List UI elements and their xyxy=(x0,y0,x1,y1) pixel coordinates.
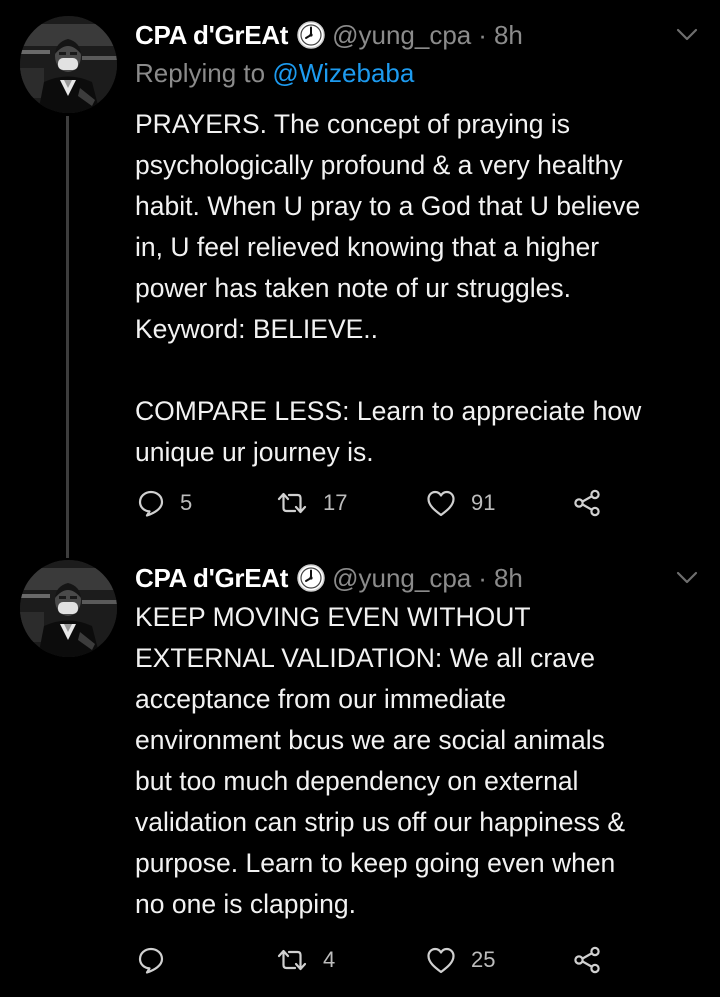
replying-to-label: Replying to xyxy=(135,58,266,88)
tweet-text-line: purpose. Learn to keep going even when xyxy=(135,848,616,878)
tweet-text-line: environment bcus we are social animals xyxy=(135,725,605,755)
chevron-down-icon[interactable] xyxy=(676,571,698,585)
share-icon xyxy=(574,946,600,974)
tweet-text-line: no one is clapping. xyxy=(135,889,356,919)
retweet-count: 4 xyxy=(323,947,336,972)
tweet-actions: 4 25 xyxy=(0,940,720,980)
tweet-text-line: acceptance from our immediate xyxy=(135,684,507,714)
handle[interactable]: @yung_cpa xyxy=(332,563,471,594)
retweet-button[interactable]: 4 xyxy=(275,940,335,980)
tweet-text: KEEP MOVING EVEN WITHOUT EXTERNAL VALIDA… xyxy=(135,597,705,925)
tweet-text-line: in, U feel relieved knowing that a highe… xyxy=(135,232,600,262)
avatar-photo xyxy=(20,560,117,657)
tweet-text-line: Keyword: BELIEVE.. xyxy=(135,314,379,344)
reply-button[interactable]: 5 xyxy=(136,483,192,523)
share-icon xyxy=(574,489,600,517)
reply-count: 5 xyxy=(180,490,193,515)
clock-badge-icon xyxy=(296,563,326,593)
like-count: 91 xyxy=(471,490,496,515)
avatar[interactable] xyxy=(20,16,117,113)
avatar[interactable] xyxy=(20,560,117,657)
chevron-down-icon[interactable] xyxy=(676,28,698,42)
like-button[interactable]: 25 xyxy=(425,940,495,980)
timestamp[interactable]: 8h xyxy=(494,20,523,51)
tweet-text-line: COMPARE LESS: Learn to appreciate how xyxy=(135,396,642,426)
tweet-text-line: habit. When U pray to a God that U belie… xyxy=(135,191,641,221)
tweet[interactable]: CPA d'GrEAt @yung_cpa · 8h KEEP MOVING E… xyxy=(0,545,720,997)
tweet-text-line: power has taken note of ur struggles. xyxy=(135,273,572,303)
separator-dot: · xyxy=(478,19,487,50)
tweet-text-line: EXTERNAL VALIDATION: We all crave xyxy=(135,643,595,673)
heart-icon xyxy=(427,490,455,517)
retweet-icon xyxy=(277,949,307,971)
display-name[interactable]: CPA d'GrEAt xyxy=(135,20,288,51)
share-button[interactable] xyxy=(572,483,602,523)
reply-icon xyxy=(138,947,164,974)
retweet-count: 17 xyxy=(323,490,348,515)
tweet-header: CPA d'GrEAt @yung_cpa · 8h xyxy=(135,17,523,53)
display-name[interactable]: CPA d'GrEAt xyxy=(135,563,288,594)
tweet-text-line: unique ur journey is. xyxy=(135,437,374,467)
retweet-button[interactable]: 17 xyxy=(275,483,347,523)
retweet-icon xyxy=(277,492,307,514)
reply-button[interactable] xyxy=(136,940,180,980)
like-button[interactable]: 91 xyxy=(425,483,495,523)
share-button[interactable] xyxy=(572,940,602,980)
handle[interactable]: @yung_cpa xyxy=(332,20,471,51)
timestamp[interactable]: 8h xyxy=(494,563,523,594)
tweet-text: PRAYERS. The concept of praying is psych… xyxy=(135,104,705,473)
replying-to: Replying to @Wizebaba xyxy=(135,58,414,89)
like-count: 25 xyxy=(471,947,496,972)
tweet-text-line: PRAYERS. The concept of praying is xyxy=(135,109,571,139)
tweet-actions: 5 17 91 xyxy=(0,483,720,523)
avatar-photo xyxy=(20,16,117,113)
tweet-text-line: psychologically profound & a very health… xyxy=(135,150,623,180)
tweet-text-line: validation can strip us off our happines… xyxy=(135,807,626,837)
tweet-header: CPA d'GrEAt @yung_cpa · 8h xyxy=(135,560,523,596)
reply-icon xyxy=(138,490,164,517)
tweet-text-line: KEEP MOVING EVEN WITHOUT xyxy=(135,602,531,632)
clock-badge-icon xyxy=(296,20,326,50)
tweet-text-line: but too much dependency on external xyxy=(135,766,579,796)
mention-link[interactable]: @Wizebaba xyxy=(272,58,414,88)
heart-icon xyxy=(427,947,455,974)
separator-dot: · xyxy=(478,562,487,593)
tweet-text-line xyxy=(135,350,705,391)
tweet[interactable]: CPA d'GrEAt @yung_cpa · 8h Replying to @… xyxy=(0,0,720,545)
